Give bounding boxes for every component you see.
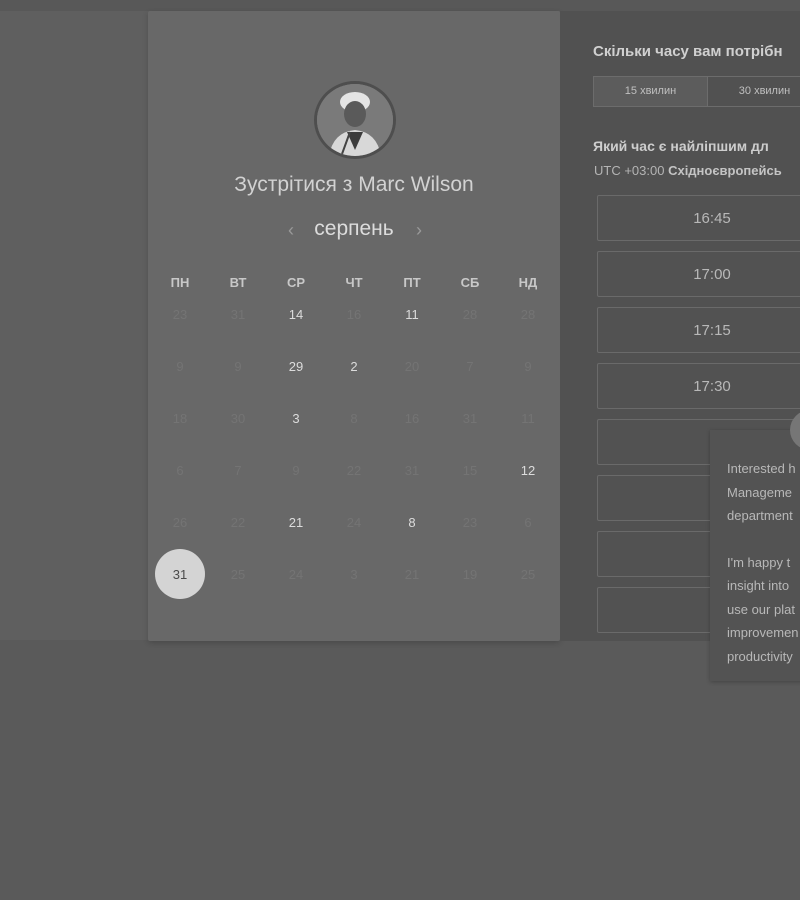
popup-line: improvemen xyxy=(727,625,799,640)
time-slot-button[interactable]: 16:45 xyxy=(597,195,800,241)
calendar-day: 28 xyxy=(462,306,478,322)
weekday-label: СР xyxy=(286,275,306,290)
popup-paragraph: Interested h Manageme department xyxy=(727,457,800,528)
chat-popup: Interested h Manageme department I'm happy… xyxy=(710,430,800,681)
time-slot-button[interactable]: 17:30 xyxy=(597,363,800,409)
popup-line: department xyxy=(727,508,793,523)
calendar-day: 18 xyxy=(172,410,188,426)
weekday-label: СБ xyxy=(460,275,480,290)
month-navigation: ‹ серпень › xyxy=(148,217,560,245)
calendar-day: 8 xyxy=(350,410,358,426)
duration-30-button[interactable]: 30 хвилин xyxy=(707,77,800,106)
calendar-day[interactable]: 29 xyxy=(271,341,321,391)
calendar-day: 6 xyxy=(176,462,184,478)
weekday-label: ЧТ xyxy=(345,275,363,290)
calendar-day: 9 xyxy=(234,358,242,374)
calendar-day: 3 xyxy=(350,566,358,582)
calendar-day: 22 xyxy=(230,514,246,530)
calendar-day[interactable]: 21 xyxy=(271,497,321,547)
calendar-day: 23 xyxy=(172,306,188,322)
popup-line: Manageme xyxy=(727,484,793,500)
calendar-day[interactable]: 14 xyxy=(271,289,321,339)
calendar-day: 15 xyxy=(462,462,478,478)
calendar-day: 25 xyxy=(230,566,246,582)
calendar-day-selected[interactable]: 31 xyxy=(155,549,205,599)
calendar-day: 9 xyxy=(292,462,300,478)
calendar-day: 30 xyxy=(230,410,246,426)
popup-line: productivity xyxy=(727,648,793,664)
time-slot-button[interactable]: 17:00 xyxy=(597,251,800,297)
calendar-day: 31 xyxy=(230,306,246,322)
top-strip xyxy=(0,0,800,11)
page-title: Зустрітися з Marc Wilson xyxy=(234,173,474,196)
weekday-label: ПТ xyxy=(403,275,421,290)
popup-line: insight into xyxy=(727,578,790,593)
calendar-day: 20 xyxy=(404,358,420,374)
calendar-day: 31 xyxy=(404,462,420,478)
calendar-day: 31 xyxy=(462,410,478,426)
calendar-day[interactable]: 3 xyxy=(271,393,321,443)
calendar-day: 28 xyxy=(520,306,536,322)
popup-line: Interested h xyxy=(727,461,796,476)
calendar-day: 7 xyxy=(466,358,474,374)
calendar-day: 7 xyxy=(234,462,242,478)
calendar-day: 25 xyxy=(520,566,536,582)
time-question: Який час є найліпшим дл xyxy=(593,138,769,154)
calendar-day[interactable]: 2 xyxy=(329,341,379,391)
calendar-day: 24 xyxy=(346,514,362,530)
calendar-day: 6 xyxy=(524,514,532,530)
calendar-day[interactable]: 12 xyxy=(503,445,553,495)
weekday-label: ПН xyxy=(170,275,190,290)
timezone-label[interactable]: UTC +03:00 Східноєвропейсь xyxy=(594,163,782,178)
calendar-day: 19 xyxy=(462,566,478,582)
calendar-day: 9 xyxy=(524,358,532,374)
popup-line: I'm happy t xyxy=(727,554,791,570)
weekday-label: ВТ xyxy=(229,275,247,290)
calendar-day: 16 xyxy=(404,410,420,426)
duration-selector: 15 хвилин 30 хвилин xyxy=(593,76,800,107)
duration-question: Скільки часу вам потрібн xyxy=(593,43,783,60)
avatar xyxy=(314,81,396,159)
month-label: серпень xyxy=(314,217,394,240)
calendar-day: 26 xyxy=(172,514,188,530)
calendar-day[interactable]: 11 xyxy=(387,289,437,339)
calendar-day: 23 xyxy=(462,514,478,530)
calendar-day: 11 xyxy=(521,410,535,426)
calendar-day: 21 xyxy=(404,566,420,582)
calendar-day[interactable]: 8 xyxy=(387,497,437,547)
timezone-name: Східноєвропейсь xyxy=(668,163,782,178)
timezone-offset: UTC +03:00 xyxy=(594,163,665,178)
popup-message: Interested h Manageme department I'm happy… xyxy=(727,457,800,668)
duration-15-button[interactable]: 15 хвилин xyxy=(594,77,707,106)
calendar-card: Зустрітися з Marc Wilson ‹ серпень › ПН В… xyxy=(148,11,560,641)
time-slot-button[interactable]: 17:15 xyxy=(597,307,800,353)
calendar-day: 16 xyxy=(346,306,362,322)
popup-paragraph: I'm happy t insight into use our plat impro… xyxy=(727,551,800,669)
popup-line: use our plat xyxy=(727,601,795,617)
chevron-right-icon[interactable]: › xyxy=(410,219,428,241)
calendar-day: 22 xyxy=(346,462,362,478)
weekday-label: НД xyxy=(518,275,538,290)
calendar-day: 24 xyxy=(288,566,304,582)
calendar-day: 9 xyxy=(176,358,184,374)
